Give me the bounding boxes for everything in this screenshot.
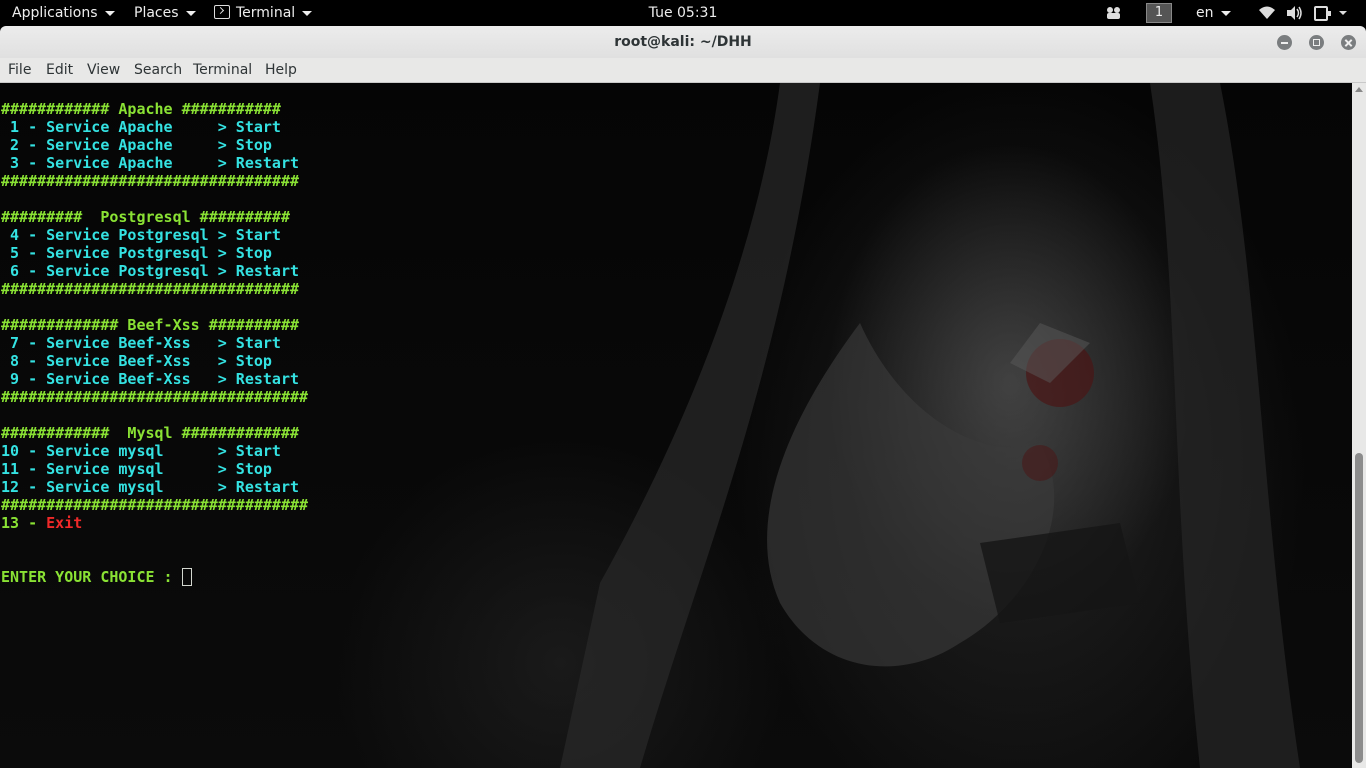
title-bar[interactable]: root@kali: ~/DHH [0,26,1366,58]
beef-stop: 8 - Service Beef-Xss > Stop [1,352,272,370]
menu-terminal[interactable]: Terminal [193,58,252,83]
terminal-window: root@kali: ~/DHH File Edit View Search T… [0,26,1366,768]
terminal-output[interactable]: ############ Apache ########### 1 - Serv… [0,83,1352,768]
menu-edit[interactable]: Edit [46,58,73,83]
terminal-app-menu[interactable]: Terminal [214,0,313,26]
language-label: en [1196,5,1214,21]
menu-help[interactable]: Help [265,58,297,83]
applications-label: Applications [12,5,98,21]
choice-prompt: ENTER YOUR CHOICE : [1,568,182,586]
volume-icon[interactable] [1285,0,1303,26]
terminal-icon [214,5,230,19]
exit-option: 13 - Exit [1,514,82,532]
chevron-down-icon [104,10,115,16]
beef-start: 7 - Service Beef-Xss > Start [1,334,281,352]
exit-label: Exit [46,514,83,532]
clock[interactable]: Tue 05:31 [649,5,718,21]
mysql-start: 10 - Service mysql > Start [1,442,281,460]
top-panel: Applications Places Terminal Tue 05:31 1… [0,0,1366,26]
apache-header: ############ Apache ########### [1,100,281,118]
menu-view[interactable]: View [87,58,120,83]
postgres-restart: 6 - Service Postgresql > Restart [1,262,300,280]
beef-footer: ################################## [1,388,309,406]
scroll-up-arrow-icon[interactable] [1355,87,1363,92]
maximize-button[interactable] [1309,35,1324,50]
wifi-icon[interactable] [1258,0,1276,26]
mysql-restart: 12 - Service mysql > Restart [1,478,300,496]
postgres-header: ######### Postgresql ########## [1,208,290,226]
power-menu[interactable] [1313,0,1349,26]
terminal-app-label: Terminal [236,5,296,21]
postgres-footer: ################################# [1,280,300,298]
places-label: Places [134,5,179,21]
workspace-indicator[interactable]: 1 [1146,3,1172,23]
postgres-stop: 5 - Service Postgresql > Stop [1,244,272,262]
mysql-footer: ################################## [1,496,309,514]
exit-number: 13 - [1,514,47,532]
menu-bar: File Edit View Search Terminal Help [0,58,1366,83]
chevron-down-icon [185,10,196,16]
menu-search[interactable]: Search [134,58,182,83]
beef-restart: 9 - Service Beef-Xss > Restart [1,370,300,388]
bluetooth-icon[interactable] [1105,0,1123,26]
minimize-button[interactable] [1277,35,1292,50]
language-selector[interactable]: en [1196,0,1231,26]
apache-stop: 2 - Service Apache > Stop [1,136,272,154]
apache-start: 1 - Service Apache > Start [1,118,281,136]
apache-restart: 3 - Service Apache > Restart [1,154,300,172]
scrollbar[interactable] [1352,83,1366,768]
scroll-thumb[interactable] [1355,453,1363,763]
beef-header: ############# Beef-Xss ########## [1,316,300,334]
mysql-header: ############ Mysql ############# [1,424,300,442]
applications-menu[interactable]: Applications [12,0,115,26]
places-menu[interactable]: Places [134,0,196,26]
chevron-down-icon [302,10,313,16]
apache-footer: ################################# [1,172,300,190]
chevron-down-icon [1220,10,1231,16]
text-cursor[interactable] [181,568,192,586]
mysql-stop: 11 - Service mysql > Stop [1,460,272,478]
close-button[interactable] [1341,35,1356,50]
choice-prompt-line[interactable]: ENTER YOUR CHOICE : [1,568,192,586]
window-title: root@kali: ~/DHH [614,34,752,50]
menu-file[interactable]: File [8,58,31,83]
postgres-start: 4 - Service Postgresql > Start [1,226,281,244]
